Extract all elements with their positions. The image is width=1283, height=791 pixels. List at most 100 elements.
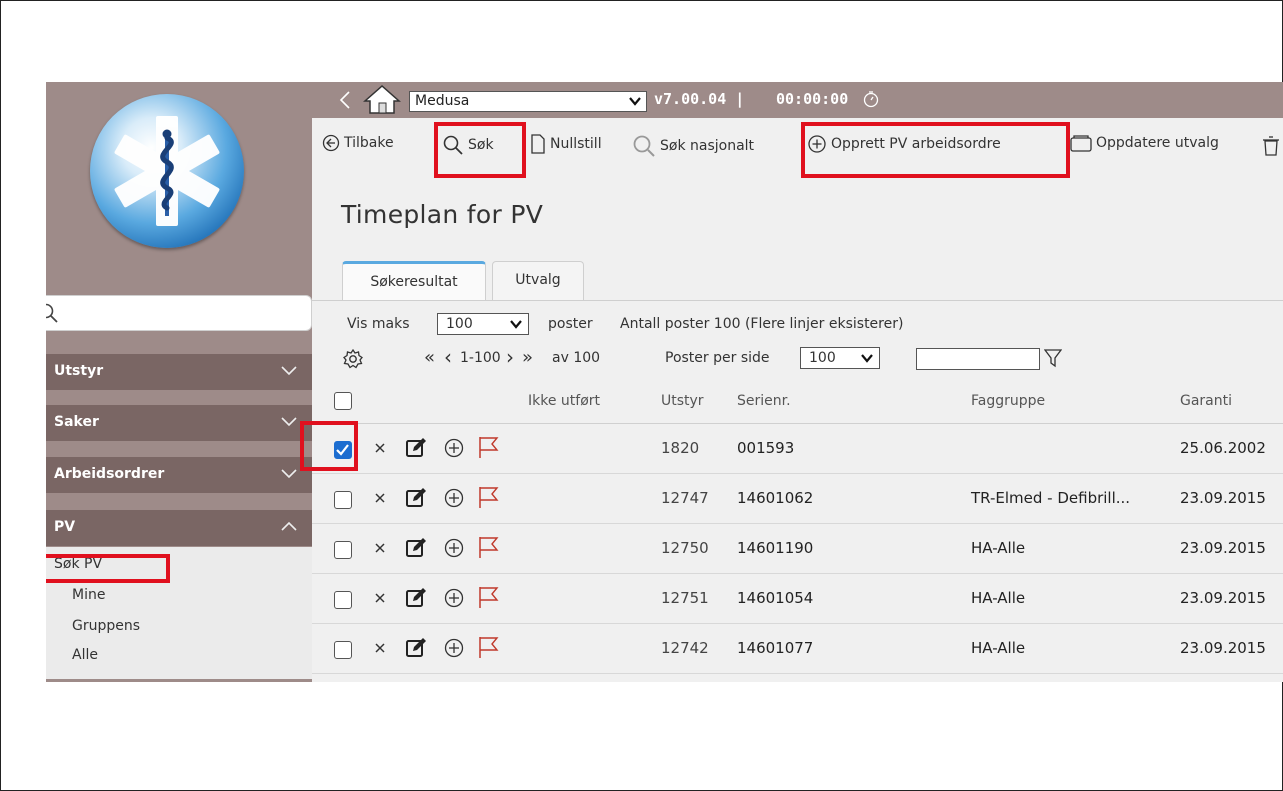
delete-icon[interactable] — [374, 542, 386, 554]
table-row[interactable]: 12750 14601190 HA-Alle 23.09.2015 — [312, 524, 1283, 574]
select-all-checkbox[interactable] — [334, 392, 352, 410]
flag-icon[interactable] — [477, 635, 499, 659]
sidebar-section-arbeidsordrer[interactable]: Arbeidsordrer — [46, 457, 312, 493]
filter-input[interactable] — [916, 348, 1040, 370]
chevron-up-icon — [281, 521, 297, 531]
cell-garanti: 23.09.2015 — [1180, 639, 1266, 657]
filter-icon[interactable] — [1044, 348, 1062, 368]
cell-utstyr: 12750 — [661, 539, 709, 557]
delete-icon[interactable] — [374, 442, 386, 454]
folder-icon — [1070, 135, 1092, 152]
results-options: Vis maks 100 poster Antall poster 100 (F… — [312, 310, 1283, 338]
next-page-button[interactable]: › — [506, 345, 514, 369]
page-range: 1-100 — [460, 350, 501, 366]
highlight-box — [434, 122, 526, 178]
delete-icon[interactable] — [374, 592, 386, 604]
version-text: v7.00.04 | — [654, 90, 745, 108]
column-header-faggruppe[interactable]: Faggruppe — [971, 393, 1045, 409]
chevron-down-icon — [861, 354, 873, 363]
cell-faggruppe: HA-Alle — [971, 639, 1026, 657]
add-circle-icon[interactable] — [443, 637, 465, 659]
sidebar-search[interactable] — [46, 295, 312, 331]
tab-utvalg[interactable]: Utvalg — [492, 261, 584, 300]
sidebar-section-utstyr[interactable]: Utstyr — [46, 354, 312, 390]
back-button[interactable]: Tilbake — [322, 134, 394, 152]
top-bar: Medusa v7.00.04 | 00:00:00 — [312, 82, 1283, 118]
trash-icon[interactable] — [1262, 136, 1280, 156]
sidebar-section-saker[interactable]: Saker — [46, 405, 312, 441]
flag-icon[interactable] — [477, 535, 499, 559]
chevron-left-icon[interactable] — [338, 90, 352, 110]
update-selection-label: Oppdatere utvalg — [1096, 135, 1219, 151]
reset-button[interactable]: Nullstill — [530, 134, 602, 154]
table-row[interactable]: 1820 001593 25.06.2002 — [312, 424, 1283, 474]
cell-serienr: 001593 — [737, 439, 795, 457]
cell-utstyr: 12747 — [661, 489, 709, 507]
tab-bar: Søkeresultat Utvalg — [312, 250, 1283, 302]
cell-garanti: 25.06.2002 — [1180, 439, 1266, 457]
column-header-serienr[interactable]: Serienr. — [737, 393, 791, 409]
submenu-item-mine[interactable]: Mine — [72, 587, 105, 603]
per-page-select[interactable]: 100 — [800, 347, 880, 369]
tab-sokeresultat[interactable]: Søkeresultat — [342, 261, 486, 300]
back-label: Tilbake — [344, 135, 394, 151]
column-header-garanti[interactable]: Garanti — [1180, 393, 1232, 409]
column-header-ikke-utfort[interactable]: Ikke utført — [528, 393, 600, 409]
row-checkbox[interactable] — [334, 541, 352, 559]
cell-faggruppe: TR-Elmed - Defibrill... — [971, 489, 1131, 507]
vis-maks-select[interactable]: 100 — [437, 313, 529, 335]
document-icon — [531, 134, 545, 154]
chevron-down-icon — [281, 366, 297, 376]
submenu-item-alle[interactable]: Alle — [72, 647, 98, 663]
main-panel: Medusa v7.00.04 | 00:00:00 Tilbake Søk N… — [300, 82, 1283, 682]
row-checkbox[interactable] — [334, 591, 352, 609]
cell-serienr: 14601062 — [737, 489, 814, 507]
update-selection-button[interactable]: Oppdatere utvalg — [1070, 134, 1219, 152]
delete-icon[interactable] — [374, 492, 386, 504]
flag-icon[interactable] — [477, 485, 499, 509]
edit-icon[interactable] — [405, 487, 427, 509]
cell-garanti: 23.09.2015 — [1180, 539, 1266, 557]
home-icon[interactable] — [363, 84, 401, 114]
per-page-label: Poster per side — [665, 350, 770, 366]
national-search-button[interactable]: Søk nasjonalt — [632, 134, 754, 158]
sidebar-search-input[interactable] — [63, 302, 283, 324]
tabs-divider — [312, 300, 1283, 301]
prev-page-button[interactable]: ‹ — [444, 345, 452, 369]
add-circle-icon[interactable] — [443, 437, 465, 459]
sidebar-section-label: Utstyr — [54, 363, 104, 379]
edit-icon[interactable] — [405, 437, 427, 459]
table-row[interactable]: 12751 14601054 HA-Alle 23.09.2015 — [312, 574, 1283, 624]
star-of-life-icon — [114, 116, 220, 226]
sidebar-section-pv[interactable]: PV — [46, 510, 312, 546]
chevron-down-icon — [281, 417, 297, 427]
settings-icon[interactable] — [342, 348, 364, 370]
edit-icon[interactable] — [405, 537, 427, 559]
submenu-item-gruppens[interactable]: Gruppens — [72, 618, 140, 634]
edit-icon[interactable] — [405, 637, 427, 659]
table-row[interactable]: 12747 14601062 TR-Elmed - Defibrill... 23.0… — [312, 474, 1283, 524]
first-page-button[interactable]: « — [424, 347, 435, 368]
cell-garanti: 23.09.2015 — [1180, 589, 1266, 607]
edit-icon[interactable] — [405, 587, 427, 609]
stopwatch-icon — [863, 91, 879, 108]
delete-icon[interactable] — [374, 642, 386, 654]
vis-maks-label: Vis maks — [347, 316, 410, 332]
system-select[interactable]: Medusa — [409, 91, 647, 112]
search-icon — [46, 303, 58, 323]
flag-icon[interactable] — [477, 585, 499, 609]
session-timer: 00:00:00 — [776, 90, 849, 108]
add-circle-icon[interactable] — [443, 487, 465, 509]
row-checkbox[interactable] — [334, 641, 352, 659]
cell-garanti: 23.09.2015 — [1180, 489, 1266, 507]
last-page-button[interactable]: » — [522, 347, 533, 368]
row-checkbox[interactable] — [334, 491, 352, 509]
cell-utstyr: 12742 — [661, 639, 709, 657]
flag-icon[interactable] — [477, 435, 499, 459]
add-circle-icon[interactable] — [443, 587, 465, 609]
table-row[interactable]: 12742 14601077 HA-Alle 23.09.2015 — [312, 624, 1283, 674]
poster-label: poster — [548, 316, 593, 332]
search-icon — [633, 135, 655, 157]
add-circle-icon[interactable] — [443, 537, 465, 559]
column-header-utstyr[interactable]: Utstyr — [661, 393, 704, 409]
